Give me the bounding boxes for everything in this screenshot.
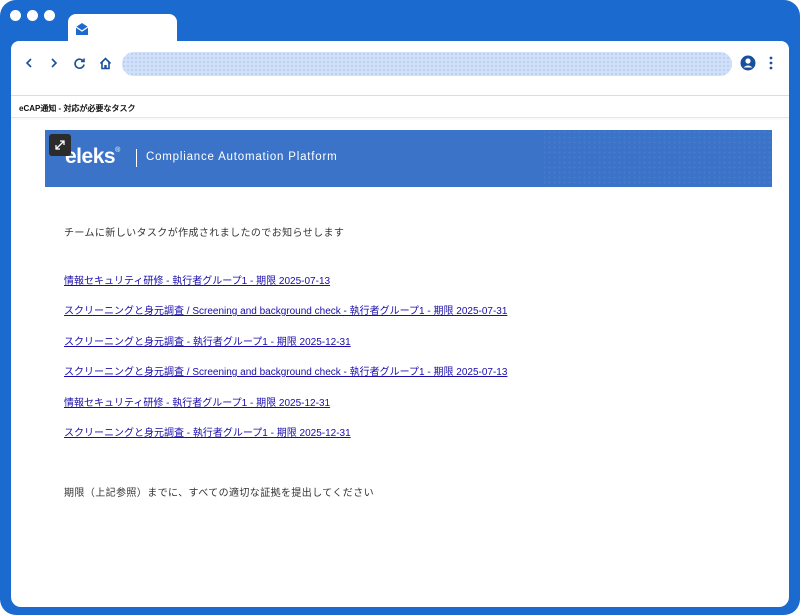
window-dot[interactable] <box>27 10 38 21</box>
back-button[interactable] <box>19 53 39 73</box>
task-link[interactable]: 情報セキュリティ研修 - 執行者グループ1 - 期限 2025-07-13 <box>64 272 330 287</box>
reload-icon <box>73 57 85 69</box>
reload-button[interactable] <box>69 53 89 73</box>
profile-icon[interactable] <box>740 55 756 71</box>
email-outro: 期限（上記参照）までに、すべての適切な証拠を提出してください <box>64 488 374 499</box>
toolbar-divider <box>11 95 789 96</box>
task-link[interactable]: スクリーニングと身元調査 / Screening and background … <box>64 302 507 317</box>
browser-frame: eCAP通知 - 対応が必要なタスク eleks® Compliance Aut… <box>0 0 800 615</box>
content-divider <box>11 117 789 118</box>
envelope-icon <box>75 23 89 35</box>
task-link[interactable]: 情報セキュリティ研修 - 執行者グループ1 - 期限 2025-12-31 <box>64 394 330 409</box>
page-title: eCAP通知 - 対応が必要なタスク <box>19 104 136 113</box>
banner-separator <box>136 149 137 167</box>
registered-mark: ® <box>115 147 120 154</box>
more-vert-icon[interactable] <box>768 55 774 71</box>
home-button[interactable] <box>95 53 115 73</box>
expand-button[interactable] <box>49 134 71 156</box>
window-controls <box>10 10 55 21</box>
toolbar <box>11 41 789 87</box>
expand-icon <box>55 140 65 150</box>
window-dot[interactable] <box>44 10 55 21</box>
browser-tab[interactable] <box>68 14 177 42</box>
logo-text: eleks <box>65 145 116 168</box>
task-link[interactable]: スクリーニングと身元調査 - 執行者グループ1 - 期限 2025-12-31 <box>64 333 351 348</box>
forward-icon <box>51 58 58 68</box>
banner-pattern <box>542 130 772 187</box>
eleks-logo: eleks® <box>65 145 120 169</box>
task-link[interactable]: スクリーニングと身元調査 - 執行者グループ1 - 期限 2025-12-31 <box>64 424 351 439</box>
address-bar[interactable] <box>122 52 732 76</box>
banner-tagline: Compliance Automation Platform <box>146 151 338 163</box>
email-banner: eleks® Compliance Automation Platform <box>45 130 772 187</box>
back-icon <box>25 58 32 68</box>
email-intro: チームに新しいタスクが作成されましたのでお知らせします <box>64 228 345 239</box>
home-icon <box>99 56 111 69</box>
window-dot[interactable] <box>10 10 21 21</box>
browser-window: eCAP通知 - 対応が必要なタスク eleks® Compliance Aut… <box>11 41 789 607</box>
forward-button[interactable] <box>44 53 64 73</box>
task-link[interactable]: スクリーニングと身元調査 / Screening and background … <box>64 363 507 378</box>
